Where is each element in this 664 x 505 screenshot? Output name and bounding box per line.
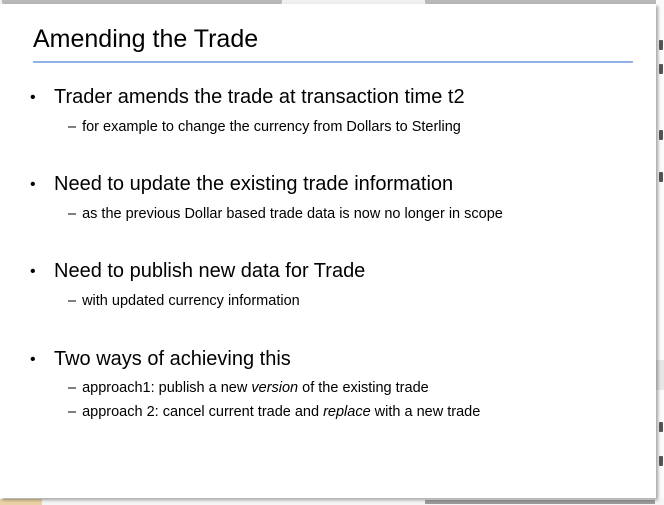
sub-bullet-dash: – bbox=[68, 404, 77, 420]
bullet-list: • Trader amends the trade at transaction… bbox=[0, 4, 656, 498]
background-text-fragment bbox=[659, 456, 663, 466]
background-tab-fragment bbox=[0, 499, 42, 505]
sub-bullet-text: as the previous Dollar based trade data … bbox=[82, 206, 503, 222]
background-text-fragment bbox=[659, 130, 663, 140]
background-text-fragment bbox=[425, 500, 655, 504]
sub-bullet-emphasis: version bbox=[251, 380, 299, 396]
background-text-fragment bbox=[659, 40, 663, 50]
slide-panel: Amending the Trade • Trader amends the t… bbox=[0, 4, 656, 498]
sub-bullet-text: approach 2: cancel current trade and bbox=[82, 404, 324, 420]
background-window-right-edge bbox=[656, 0, 664, 505]
bullet-marker: • bbox=[30, 263, 36, 280]
sub-bullet-text: of the existing trade bbox=[298, 380, 429, 396]
background-text-fragment bbox=[659, 172, 663, 182]
sub-bullet-text: for example to change the currency from … bbox=[82, 119, 461, 135]
bullet-text: Two ways of achieving this bbox=[54, 348, 291, 370]
sub-bullet-item: – with updated currency information bbox=[68, 293, 300, 309]
background-window-bottom-edge bbox=[0, 499, 664, 505]
sub-bullet-text: with updated currency information bbox=[82, 293, 300, 309]
sub-bullet-item: – as the previous Dollar based trade data… bbox=[68, 206, 503, 222]
bullet-text: Need to update the existing trade inform… bbox=[54, 173, 454, 195]
sub-bullet-item: – approach1: publish a new version of the… bbox=[68, 380, 429, 396]
background-panel-fragment bbox=[656, 360, 664, 390]
sub-bullet-emphasis: replace bbox=[323, 404, 371, 420]
sub-bullet-text: approach1: publish a new bbox=[82, 380, 252, 396]
sub-bullet-dash: – bbox=[68, 206, 77, 222]
bullet-text: Need to publish new data for Trade bbox=[54, 260, 366, 282]
sub-bullet-dash: – bbox=[68, 293, 77, 309]
bullet-marker: • bbox=[30, 176, 36, 193]
sub-bullet-dash: – bbox=[68, 380, 77, 396]
sub-bullet-dash: – bbox=[68, 119, 77, 135]
bullet-text: Trader amends the trade at transaction t… bbox=[54, 86, 465, 108]
bullet-marker: • bbox=[30, 351, 36, 368]
bullet-marker: • bbox=[30, 89, 36, 106]
background-text-fragment bbox=[659, 422, 663, 432]
sub-bullet-item: – approach 2: cancel current trade and re… bbox=[68, 404, 480, 420]
sub-bullet-text: with a new trade bbox=[370, 404, 481, 420]
background-text-fragment bbox=[659, 64, 663, 74]
sub-bullet-item: – for example to change the currency from… bbox=[68, 119, 461, 135]
